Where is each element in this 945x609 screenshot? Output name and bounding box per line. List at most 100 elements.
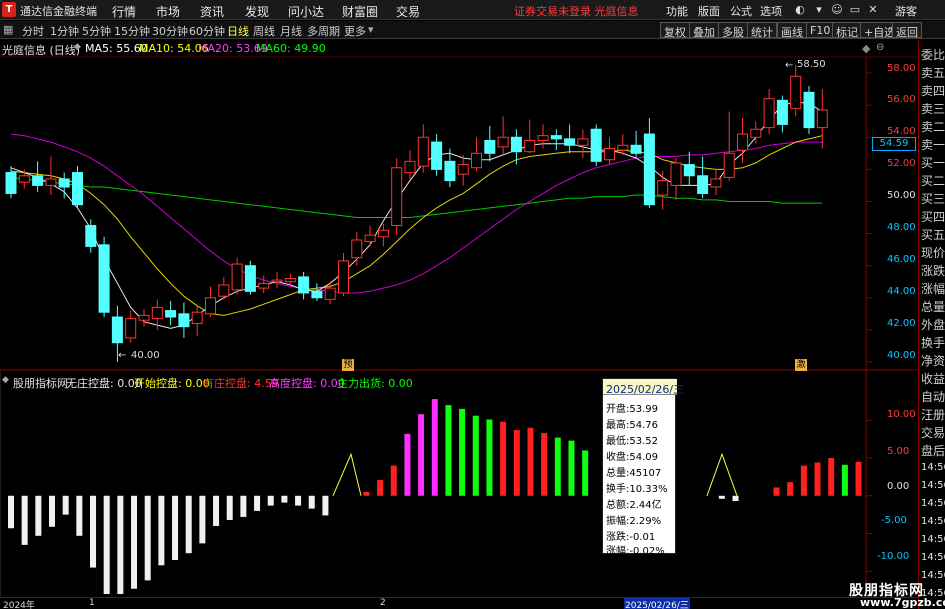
chevron-down-icon[interactable]: ▾ <box>368 23 374 36</box>
tick-time: 14:56 <box>921 480 945 491</box>
candle-up <box>537 135 549 141</box>
incentive-marker[interactable]: 激 <box>795 359 807 371</box>
bar-info-popup[interactable]: 2025/02/26/三 开盘:53.99 最高:54.76 最低:53.52 … <box>602 378 684 557</box>
app-title: 通达信金融终端 <box>20 5 97 18</box>
high-arrow-icon: ← <box>785 60 794 71</box>
multi-stock-button[interactable]: 多股 <box>718 22 748 39</box>
restore-rights-button[interactable]: 复权 <box>660 22 690 39</box>
tab-1min[interactable]: 1分钟 <box>50 23 79 39</box>
ma60-polyline <box>10 176 823 218</box>
menu-item-market[interactable]: 行情 <box>112 3 136 20</box>
guest-label[interactable]: 游客 <box>895 3 917 19</box>
side-label: 汪册 <box>921 408 945 422</box>
indicator-bar <box>814 462 821 496</box>
mark-button[interactable]: 标记 <box>832 22 862 39</box>
side-label: 换手 <box>921 336 945 350</box>
price-axis-label: 50.00 <box>887 190 916 201</box>
popup-date: 2025/02/26/三 <box>603 379 684 396</box>
candle-up <box>657 180 669 196</box>
restore-icon[interactable]: ▭ <box>848 3 862 17</box>
indicator-bar <box>541 433 548 496</box>
menu-item-function[interactable]: 功能 <box>666 3 688 19</box>
kline-chart[interactable] <box>0 0 945 609</box>
indicator-bar <box>62 495 69 515</box>
price-axis-label: 56.00 <box>887 94 916 105</box>
forecast-marker[interactable]: 预 <box>342 359 354 371</box>
pin-icon[interactable]: ◆ <box>862 42 870 55</box>
tab-15min[interactable]: 15分钟 <box>114 23 150 39</box>
indicator-bar <box>800 465 807 496</box>
tab-multi-period[interactable]: 多周期 <box>307 23 340 39</box>
side-label: 卖三 <box>921 102 945 116</box>
low-arrow-icon: ← <box>118 350 127 361</box>
stats-button[interactable]: 统计 <box>747 22 777 39</box>
side-label: 卖二 <box>921 120 945 134</box>
draw-line-button[interactable]: 画线 <box>777 22 807 39</box>
candle-up <box>338 260 349 294</box>
user-icon[interactable]: ☺ <box>830 3 844 17</box>
tab-5min[interactable]: 5分钟 <box>82 23 111 39</box>
indicator-bar <box>131 495 138 589</box>
indicator-bar <box>418 414 425 496</box>
menu-item-discover[interactable]: 发现 <box>245 3 269 20</box>
tab-30min[interactable]: 30分钟 <box>152 23 188 39</box>
zoom-out-icon[interactable]: ⊖ <box>876 42 884 53</box>
tab-weekly[interactable]: 周线 <box>253 23 275 39</box>
indicator-axis-label: -5.00 <box>881 515 907 526</box>
side-label: 卖四 <box>921 84 945 98</box>
candle-up <box>324 287 336 300</box>
settings-icon[interactable]: ▾ <box>812 3 826 17</box>
candle-down <box>630 144 642 154</box>
indicator-menu-icon[interactable]: ◆ <box>74 42 81 52</box>
candle-up <box>417 136 429 167</box>
indicator-bar <box>254 495 261 511</box>
menu-item-market-list[interactable]: 市场 <box>156 3 180 20</box>
price-axis-label: 42.00 <box>887 318 916 329</box>
skin-icon[interactable]: ◐ <box>793 3 807 17</box>
popup-amount: 总额:2.44亿 <box>606 500 662 511</box>
tick-time: 14:56 <box>921 516 945 527</box>
indicator-bar <box>240 495 247 517</box>
back-button[interactable]: 返回 <box>892 22 922 39</box>
indicator-bar <box>144 495 151 581</box>
indicator-name[interactable]: 股朋指标网 <box>13 375 68 391</box>
login-notice[interactable]: 证券交易未登录 光庭信息 <box>514 3 639 19</box>
indicator-menu-icon[interactable]: ◆ <box>2 375 9 385</box>
menu-item-trade[interactable]: 交易 <box>396 3 420 20</box>
indicator-bar <box>718 495 725 499</box>
auto-toggle[interactable]: 自动 <box>921 388 945 405</box>
tab-timeshare[interactable]: 分时 <box>22 23 44 39</box>
close-icon[interactable]: ✕ <box>866 3 880 17</box>
candle-up <box>271 279 283 283</box>
indicator-bar <box>21 495 28 545</box>
menu-item-layout[interactable]: 版面 <box>698 3 720 19</box>
price-axis-label: 52.00 <box>887 158 916 169</box>
overlay-button[interactable]: 叠加 <box>689 22 719 39</box>
side-label: 买一 <box>921 156 945 170</box>
f10-button[interactable]: F10 <box>806 22 835 38</box>
menu-item-ask[interactable]: 问小达 <box>288 3 324 20</box>
indicator-bars[interactable] <box>8 399 862 594</box>
toolbar-grip-icon[interactable]: ▦ <box>3 23 13 36</box>
tab-daily[interactable]: 日线 <box>227 23 249 39</box>
menu-item-options[interactable]: 选项 <box>760 3 782 19</box>
candle-down <box>444 160 456 182</box>
candle-up <box>191 311 203 324</box>
tab-more[interactable]: 更多 <box>344 23 366 39</box>
app-logo-icon: T <box>2 2 16 17</box>
menu-item-wealth[interactable]: 财富圈 <box>342 3 378 20</box>
tab-60min[interactable]: 60分钟 <box>189 23 225 39</box>
candle-up <box>816 109 828 129</box>
tab-monthly[interactable]: 月线 <box>280 23 302 39</box>
menu-item-news[interactable]: 资讯 <box>200 3 224 20</box>
side-label: 交易 <box>921 426 945 440</box>
popup-high: 最高:54.76 <box>606 420 658 431</box>
side-label: 买三 <box>921 192 945 206</box>
indicator-bar <box>472 415 479 496</box>
stock-title[interactable]: 光庭信息 (日线) <box>2 42 80 58</box>
indicator-value-distribution: 主力出货: 0.00 <box>337 377 413 390</box>
date-axis: 2024年 1 2 2025/02/26/三 <box>0 597 918 609</box>
tick-time: 14:56 <box>921 462 945 473</box>
candles[interactable] <box>5 65 828 362</box>
menu-item-formula[interactable]: 公式 <box>730 3 752 19</box>
